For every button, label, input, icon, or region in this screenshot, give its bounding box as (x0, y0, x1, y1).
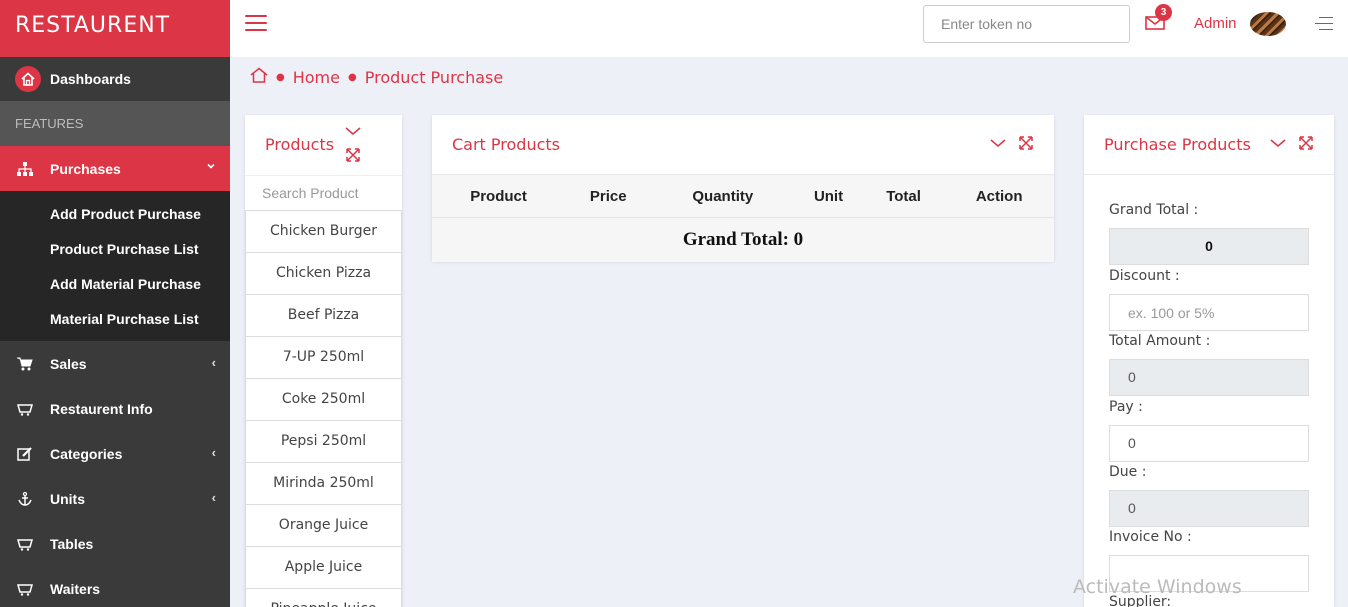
total-amount-label: Total Amount : (1109, 333, 1211, 349)
basket-icon (15, 399, 35, 419)
column-header: Action (944, 174, 1054, 218)
total-amount-field: 0 (1109, 359, 1309, 396)
submenu-material-purchase-list[interactable]: Material Purchase List (0, 301, 230, 336)
purchase-title: Purchase Products (1104, 135, 1251, 154)
sidebar: RESTAURENT Dashboards FEATURES Purchases… (0, 0, 230, 607)
activate-windows-watermark: Activate Windows (1073, 576, 1242, 598)
sidebar-item-label: Purchases (50, 160, 121, 177)
submenu-add-material-purchase[interactable]: Add Material Purchase (0, 266, 230, 301)
expand-icon[interactable] (1018, 135, 1034, 151)
chevron-down-icon[interactable] (990, 135, 1006, 151)
grand-total-field: 0 (1109, 228, 1309, 265)
breadcrumb-separator: ● (347, 71, 357, 83)
divider (1084, 174, 1334, 175)
sitemap-icon (15, 159, 35, 179)
sidebar-item-label: Waiters (50, 580, 101, 597)
cart-title: Cart Products (452, 135, 560, 154)
sidebar-item-label: Sales (50, 355, 87, 372)
list-item[interactable]: 7-UP 250ml (245, 337, 402, 379)
list-item[interactable]: Coke 250ml (245, 379, 402, 421)
cart-table: Product Price Quantity Unit Total Action… (432, 174, 1054, 262)
submenu-add-product-purchase[interactable]: Add Product Purchase (0, 196, 230, 231)
sidebar-item-units[interactable]: Units ‹ (0, 476, 230, 521)
home-icon (15, 66, 41, 92)
purchases-submenu: Add Product Purchase Product Purchase Li… (0, 191, 230, 341)
user-name[interactable]: Admin (1194, 15, 1237, 32)
sidebar-item-dashboards[interactable]: Dashboards (0, 57, 230, 101)
discount-label: Discount : (1109, 268, 1180, 284)
list-item[interactable]: Pepsi 250ml (245, 421, 402, 463)
pay-field[interactable]: 0 (1109, 425, 1309, 462)
edit-icon (15, 444, 35, 464)
search-product-input[interactable] (245, 175, 402, 211)
brand-logo[interactable]: RESTAURENT (0, 0, 230, 57)
avatar[interactable] (1250, 12, 1286, 36)
sidebar-item-categories[interactable]: Categories ‹ (0, 431, 230, 476)
topbar: 3 Admin (230, 0, 1348, 57)
breadcrumb: ● Home ● Product Purchase (250, 67, 503, 87)
list-item[interactable]: Apple Juice (245, 547, 402, 589)
chevron-down-icon[interactable] (1270, 135, 1286, 151)
sidebar-item-sales[interactable]: Sales ‹ (0, 341, 230, 386)
expand-icon[interactable] (1298, 135, 1314, 151)
list-item[interactable]: Chicken Burger (245, 211, 402, 253)
sidebar-item-label: Units (50, 490, 85, 507)
due-label: Due : (1109, 464, 1147, 480)
products-card: Products Chicken Burger Chicken Pizza Be… (245, 115, 402, 607)
right-menu-icon[interactable] (1315, 17, 1333, 35)
list-item[interactable]: Pineapple Juice (245, 589, 402, 607)
invoice-label: Invoice No : (1109, 529, 1192, 545)
sidebar-item-purchases[interactable]: Purchases (0, 146, 230, 191)
chevron-left-icon: ‹ (211, 490, 216, 505)
expand-icon[interactable] (345, 147, 361, 163)
sidebar-item-waiters[interactable]: Waiters (0, 566, 230, 607)
column-header: Product (432, 174, 566, 218)
chevron-left-icon: ‹ (211, 445, 216, 460)
sidebar-item-label: Categories (50, 445, 123, 462)
token-input[interactable] (923, 5, 1130, 43)
breadcrumb-home[interactable]: Home (293, 68, 340, 87)
pay-label: Pay : (1109, 399, 1143, 415)
grand-total-row: Grand Total: 0 (432, 217, 1054, 262)
cart-card: Cart Products Product Price Quantity Uni… (432, 115, 1054, 262)
basket-icon (15, 534, 35, 554)
anchor-icon (15, 489, 35, 509)
discount-field[interactable] (1109, 294, 1309, 331)
list-item[interactable]: Mirinda 250ml (245, 463, 402, 505)
purchase-card: Purchase Products Grand Total : 0 Discou… (1084, 115, 1334, 607)
sidebar-item-tables[interactable]: Tables (0, 521, 230, 566)
breadcrumb-current: Product Purchase (364, 67, 504, 87)
hamburger-menu-icon[interactable] (245, 15, 267, 33)
submenu-product-purchase-list[interactable]: Product Purchase List (0, 231, 230, 266)
column-header: Unit (794, 174, 863, 218)
cart-icon (15, 354, 35, 374)
home-icon[interactable] (250, 67, 268, 87)
list-item[interactable]: Orange Juice (245, 505, 402, 547)
list-item[interactable]: Chicken Pizza (245, 253, 402, 295)
product-list: Chicken Burger Chicken Pizza Beef Pizza … (245, 211, 402, 607)
notification-badge: 3 (1155, 4, 1172, 21)
chevron-down-icon (206, 159, 216, 174)
products-title: Products (265, 135, 335, 154)
grand-total-label: Grand Total : (1109, 202, 1199, 218)
sidebar-item-restaurent-info[interactable]: Restaurent Info (0, 386, 230, 431)
column-header: Total (862, 174, 945, 218)
sidebar-item-label: Tables (50, 535, 94, 552)
column-header: Price (565, 174, 652, 218)
column-header: Quantity (651, 174, 795, 218)
section-header: FEATURES (0, 101, 230, 146)
chevron-left-icon: ‹ (211, 355, 216, 370)
due-field: 0 (1109, 490, 1309, 527)
chevron-down-icon[interactable] (345, 123, 361, 139)
sidebar-item-label: Restaurent Info (50, 400, 153, 417)
basket-icon (15, 579, 35, 599)
breadcrumb-separator: ● (276, 71, 285, 83)
list-item[interactable]: Beef Pizza (245, 295, 402, 337)
sidebar-item-label: Dashboards (50, 71, 131, 87)
